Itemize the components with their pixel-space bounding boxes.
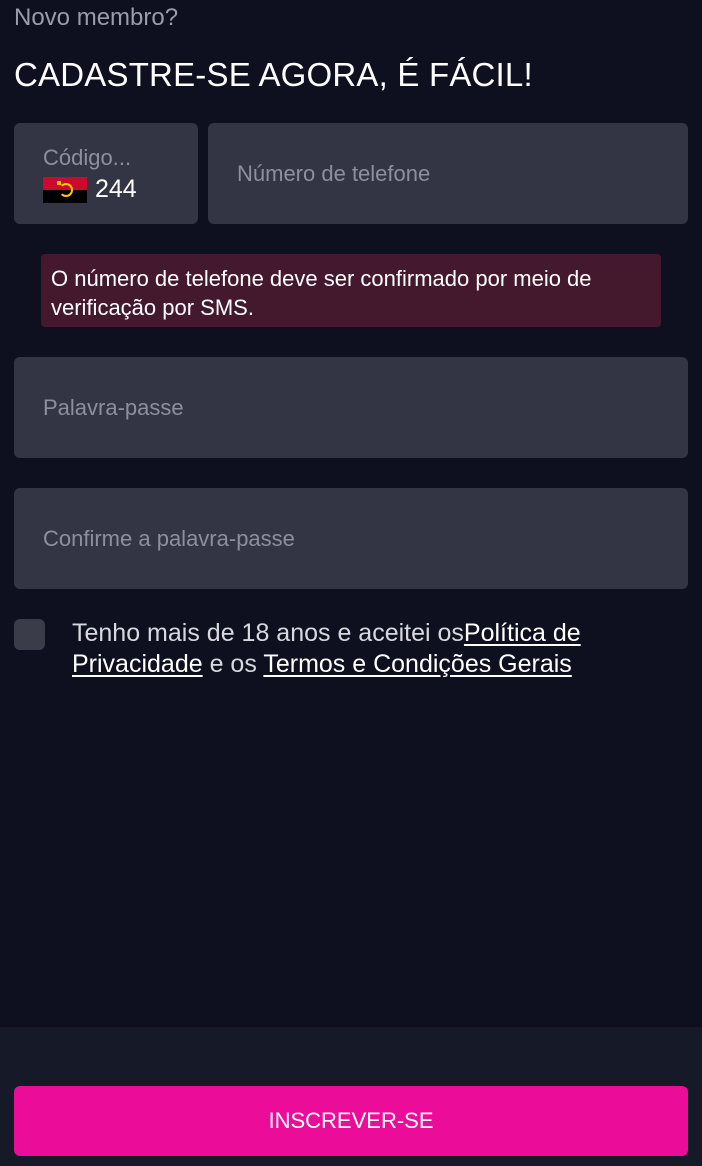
registration-page: Novo membro? CADASTRE-SE AGORA, É FÁCIL!…	[0, 0, 702, 1166]
terms-checkbox[interactable]	[14, 619, 45, 650]
country-code-select[interactable]: Código... 244	[14, 123, 198, 224]
new-member-subtitle: Novo membro?	[14, 4, 179, 31]
phone-number-field-container	[208, 123, 688, 224]
register-button[interactable]: INSCREVER-SE	[14, 1086, 688, 1156]
sms-verification-notice: O número de telefone deve ser confirmado…	[41, 254, 661, 327]
page-title: CADASTRE-SE AGORA, É FÁCIL!	[14, 56, 533, 93]
terms-text: Tenho mais de 18 anos e aceitei osPolíti…	[72, 618, 672, 680]
country-code-label: Código...	[43, 145, 132, 170]
terms-conditions-link[interactable]: Termos e Condições Gerais	[263, 650, 571, 678]
phone-number-input[interactable]	[208, 123, 688, 224]
password-input[interactable]	[14, 357, 688, 458]
terms-prefix-text: Tenho mais de 18 anos e aceitei os	[72, 619, 464, 647]
password-field-container	[14, 357, 688, 458]
country-code-value: 244	[95, 175, 137, 203]
angola-flag-icon	[43, 176, 87, 203]
confirm-password-field-container	[14, 488, 688, 589]
confirm-password-input[interactable]	[14, 488, 688, 589]
terms-middle-text: e os	[202, 650, 264, 678]
country-code-value-row: 244	[43, 175, 137, 204]
